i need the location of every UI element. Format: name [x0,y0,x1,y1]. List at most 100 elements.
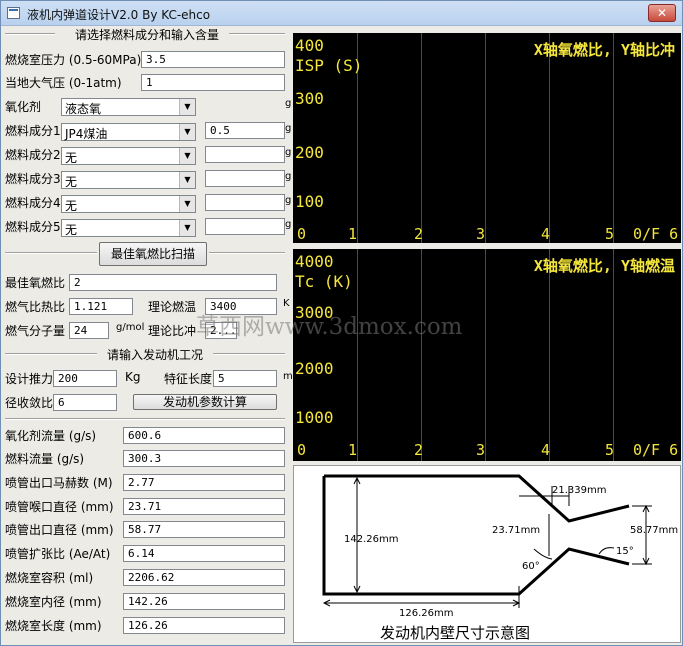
chamber-diameter-text: 142.26mm [344,534,398,545]
app-icon [7,7,20,19]
plot-title: X轴氧燃比, Y轴比冲 [533,41,675,59]
y-tick-200: 200 [295,143,324,162]
output-field: 126.26 [123,617,285,634]
window-title: 液机内弹道设计V2.0 By KC-ehco [27,8,211,22]
chevron-down-icon[interactable]: ▼ [179,124,195,140]
oxidizer-select[interactable]: 液态氧 ▼ [61,98,196,116]
contraction-label: 径收敛比 [5,396,54,410]
fuel4-unit: g [285,195,292,206]
chevron-down-icon[interactable]: ▼ [179,196,195,212]
x-tick-2: 2 [414,441,424,459]
fuel3-select[interactable]: 无 ▼ [61,171,196,189]
fuel2-select[interactable]: 无 ▼ [61,147,196,165]
plot-title: X轴氧燃比, Y轴燃温 [533,257,675,275]
temp-plot: 4000 Tc (K) 3000 2000 1000 X轴氧燃比, Y轴燃温 0… [293,249,681,461]
grid-line [485,249,486,461]
x-tick-1: 1 [348,441,358,459]
x-tick-1: 1 [348,225,358,243]
output-label: 喷管出口直径 (mm) [5,523,114,537]
y-tick-2000: 2000 [295,359,334,378]
divider [229,33,285,35]
fuel5-select[interactable]: 无 ▼ [61,219,196,237]
output-field: 2206.62 [123,569,285,586]
fuel-section-header: 请选择燃料成分和输入含量 [75,28,220,42]
divider [5,418,285,420]
y-tick-400: 400 [295,36,324,55]
app-window: 液机内弹道设计V2.0 By KC-ehco ✕ 请选择燃料成分和输入含量 燃烧… [0,0,683,646]
molar-mass-label: 燃气分子量 [5,324,66,338]
title-bar: 液机内弹道设计V2.0 By KC-ehco ✕ [1,1,682,26]
y-tick-1000: 1000 [295,408,334,427]
engine-calc-button[interactable]: 发动机参数计算 [133,394,277,410]
chamber-pressure-field[interactable]: 3.5 [141,51,285,68]
theory-temp-label: 理论燃温 [148,300,197,314]
fuel5-amount-field[interactable] [205,218,285,235]
fuel3-amount-field[interactable] [205,170,285,187]
fuel3-label: 燃料成分3 [5,172,61,186]
x-tick-2: 2 [414,225,424,243]
upper-wall [324,474,630,523]
diagram-caption: 发动机内壁尺寸示意图 [380,624,531,642]
theory-temp-unit: K [283,298,290,309]
output-label: 喷管喉口直径 (mm) [5,500,114,514]
y-axis-label: ISP (S) [295,56,363,75]
fuel3-unit: g [285,171,292,182]
grid-line [485,33,486,243]
grid-line [613,249,614,461]
output-label: 燃烧室长度 (mm) [5,619,102,633]
close-button[interactable]: ✕ [648,4,676,22]
y-axis-label: Tc (K) [295,272,353,291]
output-field: 142.26 [123,593,285,610]
fuel2-label: 燃料成分2 [5,148,61,162]
output-field: 600.6 [123,427,285,444]
isp-plot: 400 ISP (S) 300 200 100 X轴氧燃比, Y轴比冲 0 1 … [293,33,681,243]
divider [209,252,285,254]
grid-line [357,249,358,461]
chevron-down-icon[interactable]: ▼ [179,172,195,188]
x-tick-0: 0 [297,441,307,459]
scan-ratio-button[interactable]: 最佳氧燃比扫描 [99,242,207,266]
ambient-pressure-field[interactable]: 1 [141,74,285,91]
oxidizer-label: 氧化剂 [5,100,42,114]
y-tick-3000: 3000 [295,303,334,322]
grid-line [421,33,422,243]
molar-mass-field: 24 [69,322,109,339]
fuel5-label: 燃料成分5 [5,220,61,234]
chevron-down-icon[interactable]: ▼ [179,99,195,115]
char-length-label: 特征长度 [164,372,213,386]
chamber-length-text: 126.26mm [399,608,453,619]
grid-line [549,249,550,461]
grid-line [549,33,550,243]
fuel2-unit: g [285,147,292,158]
fuel2-amount-field[interactable] [205,146,285,163]
throat-diameter-text: 23.71mm [492,525,540,536]
engine-section-header: 请输入发动机工况 [107,348,204,362]
char-length-field[interactable]: 5 [213,370,277,387]
x-tick-5: 5 [605,441,615,459]
chevron-down-icon[interactable]: ▼ [179,148,195,164]
throat-length-text: 21.339mm [552,485,606,496]
divider [5,252,97,254]
y-tick-300: 300 [295,89,324,108]
best-ratio-label: 最佳氧燃比 [5,276,66,290]
y-tick-4000: 4000 [295,252,334,271]
fuel4-select[interactable]: 无 ▼ [61,195,196,213]
thrust-unit: Kg [125,370,141,384]
output-label: 燃料流量 (g/s) [5,452,85,466]
fuel4-label: 燃料成分4 [5,196,61,210]
output-label: 喷管扩张比 (Ae/At) [5,547,111,561]
converge-angle-text: 60° [522,561,540,572]
char-length-unit: m [283,371,293,382]
chevron-down-icon[interactable]: ▼ [179,220,195,236]
thrust-field[interactable]: 200 [53,370,117,387]
fuel3-value: 无 [65,175,78,189]
fuel4-amount-field[interactable] [205,194,285,211]
ambient-pressure-label: 当地大气压 (0-1atm) [5,76,122,90]
contraction-field[interactable]: 6 [53,394,117,411]
fuel1-select[interactable]: JP4煤油 ▼ [61,123,196,141]
output-label: 燃烧室内径 (mm) [5,595,102,609]
oxidizer-unit: g [285,98,292,109]
output-label: 氧化剂流量 (g/s) [5,429,97,443]
fuel1-amount-field[interactable]: 0.5 [205,122,285,139]
x-tick-3: 3 [476,441,486,459]
